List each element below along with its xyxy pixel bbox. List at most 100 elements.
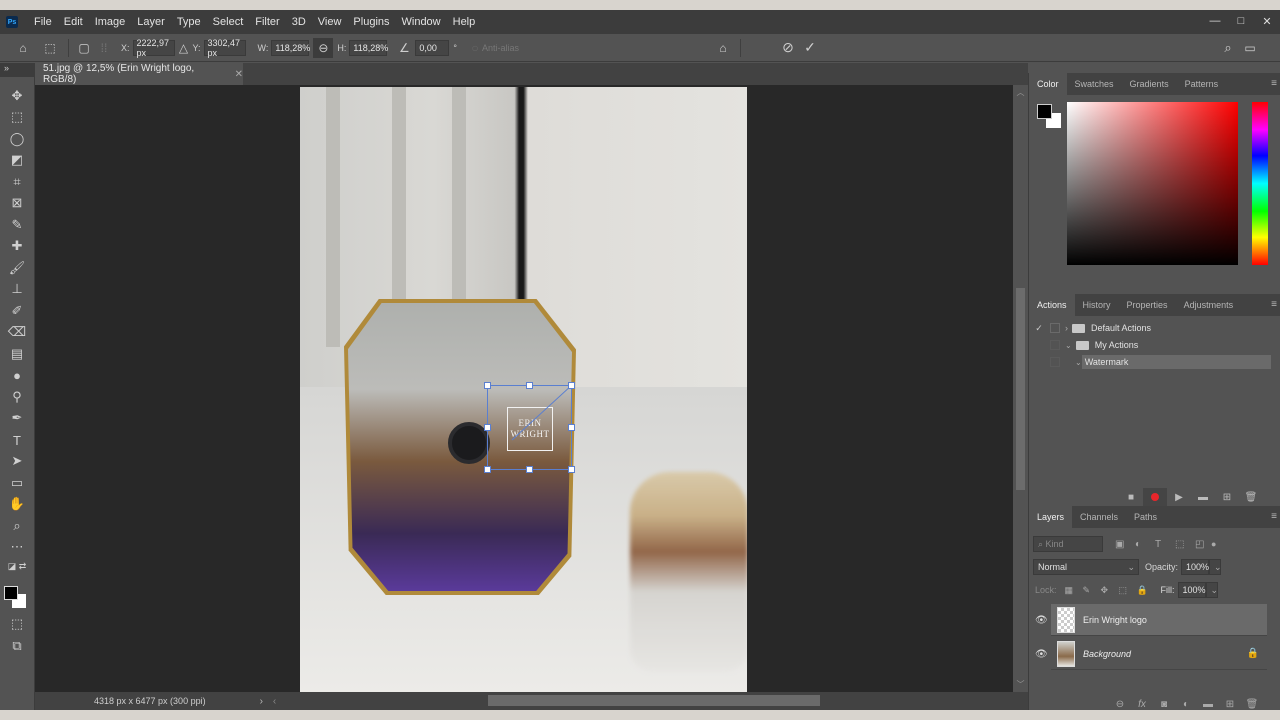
layer-row[interactable]: Erin Wright logo [1051,604,1267,636]
filter-smart-object-icon[interactable]: ◰ [1195,539,1211,550]
canvas-area[interactable]: ERIN WRIGHT [35,85,1013,692]
blur-tool-icon[interactable]: ● [6,366,28,384]
relative-position-icon[interactable]: △ [175,41,193,55]
frame-tool-icon[interactable]: ⊠ [6,194,28,212]
dialog-toggle-icon[interactable] [1050,357,1060,367]
swap-colors-icon[interactable]: ◪ ⇄ [6,557,28,575]
tab-channels[interactable]: Channels [1072,506,1126,528]
record-button[interactable] [1143,488,1167,506]
menu-edit[interactable]: Edit [58,16,89,28]
marquee-tool-icon[interactable]: ⬚ [6,108,28,126]
menu-type[interactable]: Type [171,16,207,28]
chevron-right-icon[interactable]: › [1065,323,1068,333]
tab-layers[interactable]: Layers [1029,506,1073,528]
lock-position-icon[interactable]: ✥ [1101,585,1119,596]
menu-image[interactable]: Image [89,16,132,28]
document-image[interactable]: ERIN WRIGHT [300,87,747,692]
stop-icon[interactable]: ■ [1119,488,1143,506]
fx-icon[interactable]: fx [1131,697,1153,711]
dodge-tool-icon[interactable]: ⚲ [6,388,28,406]
transform-bounding-box[interactable] [487,385,572,470]
rectangle-tool-icon[interactable]: ▭ [6,474,28,492]
menu-select[interactable]: Select [207,16,250,28]
zoom-tool-icon[interactable]: ⌕ [6,517,28,535]
tab-color[interactable]: Color [1029,73,1067,95]
reference-point-grid-icon[interactable]: ⁞⁞ [93,41,115,55]
tab-paths[interactable]: Paths [1126,506,1165,528]
transform-handle[interactable] [484,382,491,389]
menu-filter[interactable]: Filter [249,16,285,28]
chevron-down-icon[interactable]: ⌄ [1075,358,1082,367]
crop-tool-icon[interactable]: ⌗ [6,173,28,191]
lock-artboard-icon[interactable]: ⬚ [1119,585,1137,596]
transform-handle[interactable] [526,382,533,389]
chevron-down-icon[interactable]: ⌄ [1065,341,1072,350]
menu-3d[interactable]: 3D [286,16,312,28]
screen-mode-icon[interactable]: ⧉ [6,637,28,655]
menu-file[interactable]: File [28,16,58,28]
new-layer-icon[interactable]: ⊞ [1219,697,1241,711]
reference-point-toggle-icon[interactable]: ▢ [75,41,93,55]
rotate-field[interactable]: 0,00 [415,39,450,56]
quick-mask-icon[interactable]: ⬚ [6,615,28,633]
transform-handle[interactable] [568,424,575,431]
menu-plugins[interactable]: Plugins [347,16,395,28]
panel-menu-icon[interactable]: ≡ [1271,299,1277,310]
search-icon[interactable]: ⌕ [1217,40,1239,56]
panel-menu-icon[interactable]: ≡ [1271,78,1277,89]
menu-view[interactable]: View [312,16,348,28]
menu-layer[interactable]: Layer [131,16,171,28]
menu-window[interactable]: Window [396,16,447,28]
eraser-tool-icon[interactable]: ⌫ [6,323,28,341]
transform-handle[interactable] [526,466,533,473]
home-icon[interactable]: ⌂ [8,41,38,55]
transform-handle[interactable] [568,466,575,473]
pen-tool-icon[interactable]: ✒ [6,409,28,427]
dialog-toggle-icon[interactable] [1050,340,1060,350]
opacity-dropdown[interactable]: ⌄ [1209,559,1222,575]
document-tab[interactable]: 51.jpg @ 12,5% (Erin Wright logo, RGB/8)… [35,63,243,85]
status-menu-arrow-icon[interactable]: › [260,696,263,707]
layer-row[interactable]: Background 🔒 [1051,638,1267,670]
hue-slider[interactable] [1252,102,1268,265]
path-selection-tool-icon[interactable]: ➤ [6,452,28,470]
new-group-icon[interactable]: ▬ [1197,697,1219,711]
play-icon[interactable]: ▶ [1167,488,1191,506]
history-brush-tool-icon[interactable]: ✐ [6,302,28,320]
tab-actions[interactable]: Actions [1029,294,1075,316]
delete-layer-icon[interactable]: 🗑 [1241,697,1263,711]
brush-tool-icon[interactable]: 🖌 [6,259,28,277]
lock-transparent-icon[interactable]: ▦ [1065,585,1083,596]
tab-gradients[interactable]: Gradients [1122,73,1177,95]
link-layers-icon[interactable]: ⊖ [1109,697,1131,711]
transform-handle[interactable] [568,382,575,389]
scroll-down-icon[interactable]: ﹀ [1013,679,1028,690]
scroll-left-icon[interactable]: ‹ [273,696,276,707]
filter-shape-icon[interactable]: ⬚ [1175,539,1195,550]
transform-handle[interactable] [484,424,491,431]
cancel-transform-icon[interactable]: ⊘ [777,39,799,56]
new-set-icon[interactable]: ▬ [1191,488,1215,506]
workspace-icon[interactable]: ▭ [1239,41,1261,55]
close-tab-icon[interactable]: ✕ [235,69,243,80]
horizontal-scroll-thumb[interactable] [488,695,820,706]
width-field[interactable]: 118,28% [271,39,310,56]
hand-tool-icon[interactable]: ✋ [6,495,28,513]
commit-transform-icon[interactable]: ✓ [799,39,821,56]
dialog-toggle-icon[interactable] [1050,323,1060,333]
minimize-button[interactable]: — [1202,10,1228,32]
fill-dropdown[interactable]: ⌄ [1205,582,1218,598]
panel-menu-icon[interactable]: ≡ [1271,511,1277,522]
healing-brush-tool-icon[interactable]: ✚ [6,237,28,255]
link-aspect-ratio-icon[interactable]: ⊖ [313,37,334,58]
warp-mode-icon[interactable]: ⌂ [712,41,734,55]
y-field[interactable]: 3302,47 px [203,38,246,58]
gradient-tool-icon[interactable]: ▤ [6,345,28,363]
action-row[interactable]: ⌄ Watermark [1033,354,1271,370]
clone-stamp-tool-icon[interactable]: ⊥ [6,280,28,298]
tab-swatches[interactable]: Swatches [1067,73,1122,95]
maximize-button[interactable]: □ [1228,10,1254,32]
close-window-button[interactable]: ✕ [1254,10,1280,32]
lock-all-icon[interactable]: 🔒 [1137,585,1155,596]
expand-toolbar-icon[interactable]: » [0,63,35,77]
